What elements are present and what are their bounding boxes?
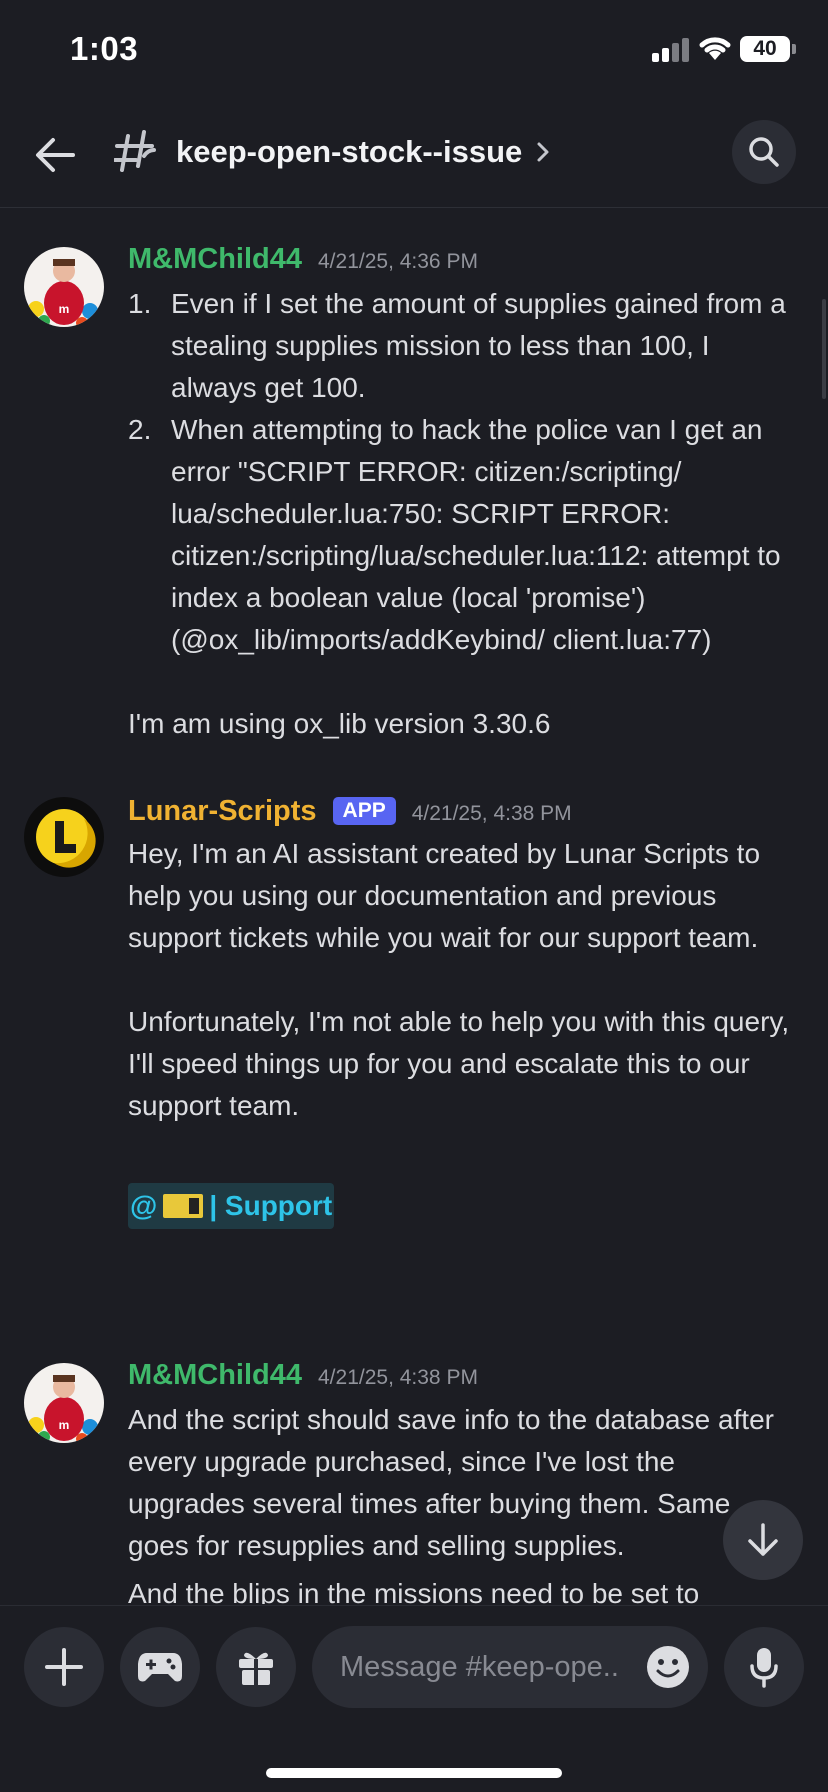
message-list[interactable]: m M&MChild44 4/21/25, 4:36 PM 1. Even if … bbox=[0, 209, 828, 1604]
activities-button[interactable] bbox=[120, 1627, 200, 1707]
list-text: Even if I set the amount of supplies gai… bbox=[171, 288, 786, 403]
arrow-down-icon bbox=[748, 1523, 778, 1556]
back-arrow-icon bbox=[36, 138, 75, 172]
svg-text:m: m bbox=[59, 1418, 70, 1432]
avatar-image: m bbox=[24, 247, 104, 327]
message-paragraph: And the script should save info to the d… bbox=[128, 1404, 774, 1561]
list-number: 1. bbox=[128, 288, 152, 319]
wifi-icon bbox=[699, 37, 731, 60]
add-attachment-button[interactable] bbox=[24, 1627, 104, 1707]
emoji-icon[interactable] bbox=[646, 1645, 690, 1689]
signal-icon bbox=[652, 38, 690, 62]
ordered-list: 1. Even if I set the amount of supplies g… bbox=[128, 283, 798, 661]
status-bar: 1:03 40 bbox=[0, 0, 828, 100]
message-content: 1. Even if I set the amount of supplies g… bbox=[128, 283, 798, 745]
search-button[interactable] bbox=[732, 120, 796, 184]
avatar[interactable] bbox=[24, 797, 104, 877]
timestamp: 4/21/25, 4:36 PM bbox=[318, 250, 478, 273]
battery-tip bbox=[792, 44, 796, 54]
mention-label: | Support bbox=[209, 1190, 333, 1221]
message-paragraph: I'm am using ox_lib version 3.30.6 bbox=[128, 708, 551, 739]
list-number: 2. bbox=[128, 414, 152, 445]
home-indicator bbox=[266, 1768, 562, 1778]
message-composer bbox=[0, 1605, 828, 1792]
scrollbar-thumb[interactable] bbox=[822, 299, 826, 399]
microphone-icon bbox=[750, 1648, 778, 1688]
back-button[interactable] bbox=[30, 130, 80, 180]
mention-prefix: @ bbox=[130, 1190, 158, 1221]
timestamp: 4/21/25, 4:38 PM bbox=[411, 802, 572, 825]
message-paragraph: And the blips in the missions need to be… bbox=[128, 1578, 700, 1604]
svg-text:m: m bbox=[59, 302, 70, 316]
avatar[interactable]: m bbox=[24, 1363, 104, 1443]
message-header: M&MChild44 4/21/25, 4:36 PM bbox=[128, 243, 478, 276]
channel-name: keep-open-stock--issue bbox=[176, 134, 523, 169]
message-input[interactable] bbox=[340, 1650, 640, 1684]
avatar-image: m bbox=[24, 1363, 104, 1443]
channel-header: keep-open-stock--issue bbox=[0, 100, 828, 208]
list-item: 2. When attempting to hack the police van… bbox=[128, 409, 798, 661]
gift-button[interactable] bbox=[216, 1627, 296, 1707]
status-time: 1:03 bbox=[70, 30, 139, 67]
search-icon bbox=[749, 137, 779, 167]
timestamp: 4/21/25, 4:38 PM bbox=[318, 1366, 478, 1389]
voice-message-button[interactable] bbox=[724, 1627, 804, 1707]
chevron-right-icon bbox=[537, 142, 549, 162]
gamepad-icon bbox=[138, 1653, 182, 1682]
plus-icon bbox=[45, 1648, 83, 1686]
message-paragraph: Unfortunately, I'm not able to help you … bbox=[128, 1006, 790, 1121]
thread-icon bbox=[114, 130, 156, 172]
username[interactable]: M&MChild44 bbox=[128, 243, 302, 276]
gift-icon bbox=[239, 1652, 273, 1685]
list-text: When attempting to hack the police van I… bbox=[171, 414, 781, 655]
message-content: Hey, I'm an AI assistant created by Luna… bbox=[128, 833, 798, 1229]
username[interactable]: Lunar-Scripts bbox=[128, 795, 317, 828]
message-content: And the script should save info to the d… bbox=[128, 1399, 798, 1604]
username[interactable]: M&MChild44 bbox=[128, 1359, 302, 1392]
app-badge: APP bbox=[332, 797, 396, 825]
lunar-logo-icon bbox=[24, 797, 104, 877]
avatar[interactable]: m bbox=[24, 247, 104, 327]
list-item: 1. Even if I set the amount of supplies g… bbox=[128, 283, 798, 409]
message-header: Lunar-Scripts APP 4/21/25, 4:38 PM bbox=[128, 795, 572, 828]
jump-to-bottom-button[interactable] bbox=[723, 1500, 803, 1580]
message-paragraph: Hey, I'm an AI assistant created by Luna… bbox=[128, 838, 761, 953]
message-header: M&MChild44 4/21/25, 4:38 PM bbox=[128, 1359, 478, 1392]
channel-title[interactable]: keep-open-stock--issue bbox=[176, 134, 550, 170]
role-mention[interactable]: @ | Support bbox=[128, 1183, 335, 1229]
message-input-container[interactable] bbox=[312, 1626, 708, 1708]
ticket-emoji-icon bbox=[163, 1194, 204, 1218]
battery-indicator: 40 bbox=[740, 36, 790, 62]
